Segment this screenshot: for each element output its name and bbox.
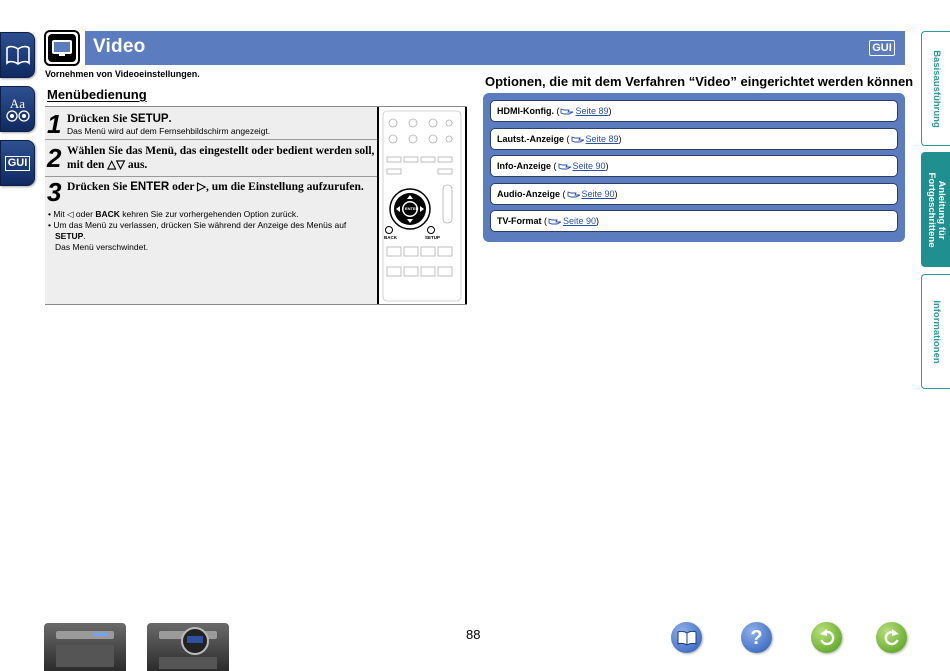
pointing-hand-icon (571, 136, 584, 143)
pointing-hand-icon (567, 191, 580, 198)
tab-label-line: Anleitung für (936, 179, 947, 240)
step-number: 1 (47, 109, 62, 139)
page-reference-link[interactable]: Seite 90 (582, 189, 615, 199)
page-reference-link[interactable]: Seite 90 (573, 161, 606, 171)
step-3: 3 Drücken Sie ENTER oder ▷, um die Einst… (45, 177, 377, 205)
option-name: TV-Format (497, 216, 542, 226)
step-number: 3 (47, 177, 62, 207)
option-tv-format[interactable]: TV-Format (Seite 90) (490, 210, 898, 232)
note-text: Mit ◁ oder (53, 209, 96, 219)
note-exit: • Um das Menü zu verlassen, drücken Sie … (48, 220, 347, 241)
back-key: BACK (95, 209, 120, 219)
steps-panel: 1 Drücken Sie SETUP. Das Menü wird auf d… (45, 106, 467, 305)
page-number: 88 (466, 627, 481, 642)
option-name: Audio-Anzeige (497, 189, 560, 199)
note-text: kehren Sie zur vorhergehenden Option zur… (119, 209, 299, 219)
ab-cd-icon (5, 109, 30, 122)
tab-basic-operation[interactable]: Basisausführung (921, 31, 950, 146)
option-audio-display[interactable]: Audio-Anzeige (Seite 90) (490, 183, 898, 205)
page-reference-link[interactable]: Seite 89 (586, 134, 619, 144)
step-text: Drücken Sie ENTER oder ▷, um die Einstel… (67, 180, 364, 194)
forward-arrow-icon[interactable] (876, 622, 907, 653)
remote-control-illustration: ENTER BACK SETUP (377, 107, 467, 304)
tv-icon (44, 30, 80, 66)
note-text: . (83, 231, 86, 241)
page-title-bar: Video GUI (85, 31, 905, 65)
tab-label: Basisausführung (931, 49, 942, 128)
receiver-device-icon[interactable] (44, 623, 126, 671)
step-text-prefix: Drücken Sie (67, 113, 131, 125)
enter-key: ENTER (130, 181, 170, 193)
step-text-suffix: oder ▷, um die Einstellung aufzurufen. (169, 181, 364, 193)
step-2: 2 Wählen Sie das Menü, das eingestellt o… (45, 140, 377, 177)
option-name: HDMI-Konfig. (497, 106, 554, 116)
gui-icon-label: GUI (4, 155, 31, 171)
pointing-hand-icon (548, 218, 562, 225)
step-text: Drücken Sie SETUP. (67, 112, 171, 126)
gui-icon[interactable]: GUI (0, 140, 35, 186)
remote-back-label: BACK (384, 235, 397, 240)
option-name: Info-Anzeige (497, 161, 551, 171)
step-text-prefix: Drücken Sie (67, 181, 131, 193)
page-title: Video (93, 36, 146, 57)
setup-key: SETUP (55, 231, 84, 241)
option-hdmi-config[interactable]: HDMI-Konfig. (Seite 89) (490, 100, 898, 122)
menu-operation-heading: Menübedienung (47, 87, 147, 102)
tab-label-line: Fortgeschrittene (926, 172, 937, 247)
step-text: Wählen Sie das Menü, das eingestellt ode… (67, 145, 375, 171)
remote-setup-label: SETUP (425, 235, 441, 240)
notes: • Mit ◁ oder BACK kehren Sie zur vorherg… (48, 209, 374, 253)
pointing-hand-icon (561, 108, 574, 115)
gui-badge: GUI (869, 40, 895, 56)
step-subtext: Das Menü wird auf dem Fernsehbildschirm … (67, 126, 271, 136)
option-name: Lautst.-Anzeige (497, 134, 565, 144)
tab-label: Informationen (931, 299, 942, 364)
step-number: 2 (47, 143, 62, 173)
tab-label: Anleitung für Fortgeschrittene (926, 172, 947, 247)
option-volume-display[interactable]: Lautst.-Anzeige (Seite 89) (490, 128, 898, 150)
option-info-display[interactable]: Info-Anzeige (Seite 90) (490, 155, 898, 177)
remote-enter-label: ENTER (405, 206, 419, 211)
options-box: HDMI-Konfig. (Seite 89) Lautst.-Anzeige … (483, 93, 905, 242)
note-back: • Mit ◁ oder BACK kehren Sie zur vorherg… (48, 209, 299, 219)
index-aa-icon[interactable]: Aa (0, 86, 35, 132)
page-subtitle: Vornehmen von Videoeinstellungen. (45, 69, 200, 79)
note-disappears: Das Menü verschwindet. (55, 242, 149, 252)
page-reference-link[interactable]: Seite 89 (575, 106, 608, 116)
page-reference-link[interactable]: Seite 90 (563, 216, 596, 226)
contents-book-icon[interactable] (671, 622, 702, 653)
step-text-suffix: . (168, 113, 172, 125)
pointing-hand-icon (558, 163, 571, 170)
back-arrow-icon[interactable] (811, 622, 842, 653)
contents-book-icon[interactable] (0, 32, 35, 78)
setup-key: SETUP (130, 113, 169, 125)
tab-advanced-guide[interactable]: Anleitung für Fortgeschrittene (921, 152, 950, 267)
note-text: Um das Menü zu verlassen, drücken Sie wä… (53, 220, 347, 230)
help-question-icon[interactable]: ? (741, 622, 772, 653)
dvd-player-device-icon[interactable] (147, 623, 229, 671)
options-heading: Optionen, die mit dem Verfahren “Video” … (485, 74, 914, 89)
aa-label: Aa (9, 95, 26, 111)
step-1: 1 Drücken Sie SETUP. Das Menü wird auf d… (45, 107, 377, 140)
tab-information[interactable]: Informationen (921, 274, 950, 389)
